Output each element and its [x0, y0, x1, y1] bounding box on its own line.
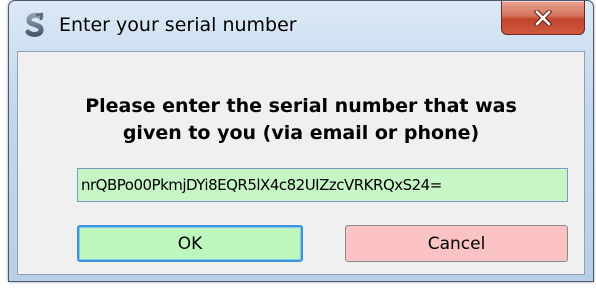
window-title: Enter your serial number	[59, 14, 297, 36]
dialog-body: Please enter the serial number that was …	[17, 51, 585, 275]
serial-number-input[interactable]	[77, 168, 568, 202]
prompt-line: Please enter the serial number that was …	[85, 95, 517, 144]
cancel-button[interactable]: Cancel	[345, 225, 568, 262]
close-button[interactable]	[501, 1, 585, 35]
s-logo-icon	[25, 12, 44, 37]
serial-number-dialog: Enter your serial number Please enter th…	[8, 0, 594, 282]
prompt-text: Please enter the serial number that was …	[18, 93, 584, 147]
close-x-icon	[534, 9, 552, 26]
title-bar[interactable]: Enter your serial number	[9, 1, 593, 51]
ok-button[interactable]: OK	[77, 225, 303, 262]
